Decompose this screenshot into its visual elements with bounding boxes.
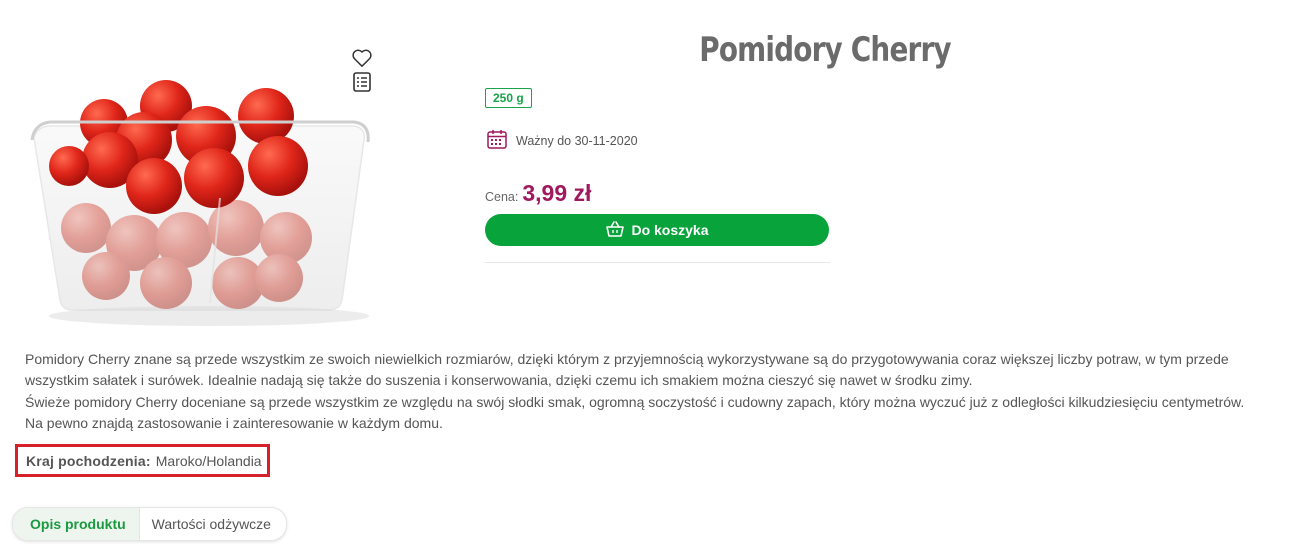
calendar-icon <box>486 128 508 153</box>
tab-nutrition-values[interactable]: Wartości odżywcze <box>140 508 286 540</box>
origin-label: Kraj pochodzenia: <box>26 452 151 469</box>
add-to-cart-label: Do koszyka <box>631 222 709 238</box>
country-of-origin: Kraj pochodzenia: Maroko/Holandia <box>15 444 270 477</box>
validity-text: Ważny do 30-11-2020 <box>516 133 638 148</box>
basket-icon <box>605 220 625 241</box>
description-paragraph: Na pewno znajdą zastosowanie i zainteres… <box>25 414 443 431</box>
product-tabs: Opis produktu Wartości odżywcze <box>12 507 287 541</box>
product-description: Pomidory Cherry znane są przede wszystki… <box>25 349 1275 434</box>
price: Cena: 3,99 zł <box>485 180 591 207</box>
price-label: Cena: <box>485 190 519 204</box>
product-image <box>24 78 382 328</box>
divider <box>485 262 830 263</box>
price-value: 3,99 zł <box>522 180 592 206</box>
weight-badge: 250 g <box>485 88 532 108</box>
description-paragraph: Świeże pomidory Cherry doceniane są prze… <box>25 393 1245 410</box>
shopping-list-icon[interactable] <box>350 70 374 94</box>
tab-product-description[interactable]: Opis produktu <box>13 508 140 540</box>
origin-value: Maroko/Holandia <box>155 452 262 469</box>
description-paragraph: Pomidory Cherry znane są przede wszystki… <box>25 351 1229 389</box>
heart-icon[interactable] <box>350 46 374 70</box>
validity-info: Ważny do 30-11-2020 <box>486 128 638 153</box>
add-to-cart-button[interactable]: Do koszyka <box>485 214 829 246</box>
product-title: Pomidory Cherry <box>699 30 951 70</box>
